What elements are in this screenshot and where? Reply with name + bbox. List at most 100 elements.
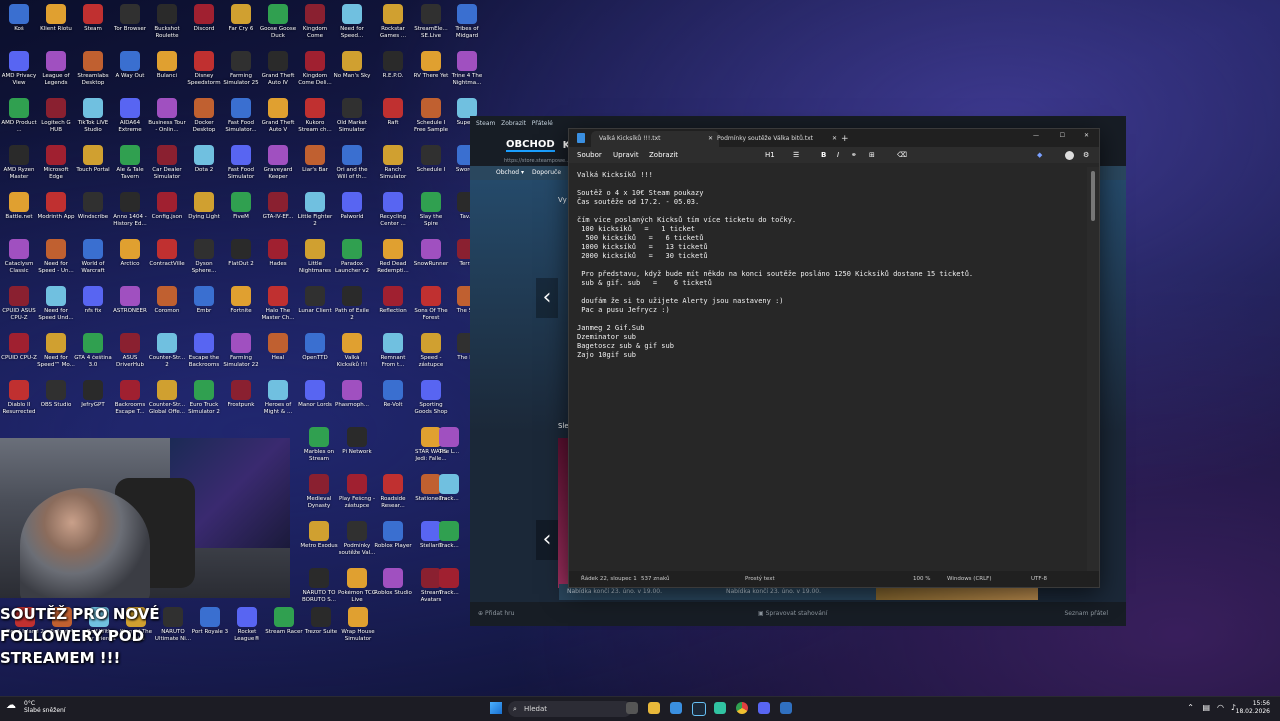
scrollbar-thumb[interactable] <box>1091 171 1095 221</box>
desktop-icon[interactable]: Speed - zástupce <box>412 333 450 368</box>
desktop-icon[interactable]: GTA-IV-EF... <box>259 192 297 221</box>
desktop-icon[interactable]: AMD Privacy View <box>0 51 38 86</box>
desktop-icon[interactable]: ASTRONEER <box>111 286 149 315</box>
desktop-icon[interactable]: Roblox Studio <box>374 568 412 597</box>
desktop-icon[interactable]: Diablo II Resurrected <box>0 380 38 415</box>
desktop-icon[interactable]: Palworld <box>333 192 371 221</box>
clock[interactable]: 15:56 18.02.2026 <box>1236 700 1270 716</box>
desktop-icon[interactable]: Wrap House Simulator <box>339 607 377 642</box>
desktop-icon[interactable]: Roadside Resear... <box>374 474 412 509</box>
desktop-icon[interactable]: Ori and the Will of th... <box>333 145 371 180</box>
desktop-icon[interactable]: Re-Volt <box>374 380 412 409</box>
friends-list-button[interactable]: Seznam přátel <box>1064 602 1108 626</box>
desktop-icon[interactable]: Schedule I <box>412 145 450 174</box>
new-tab-button[interactable]: + <box>841 131 849 147</box>
menu-edit[interactable]: Upravit <box>613 147 639 163</box>
desktop-icon[interactable]: Bulanci <box>148 51 186 80</box>
desktop-icon[interactable]: Pokémon TCG Live <box>338 568 376 603</box>
desktop-icon[interactable]: Paradox Launcher v2 <box>333 239 371 274</box>
desktop-icon[interactable]: Remnant From t... <box>374 333 412 368</box>
desktop-icon[interactable]: SnowRunner <box>412 239 450 268</box>
desktop-icon[interactable]: Play Fešcng - zástupce <box>338 474 376 509</box>
desktop-icon[interactable]: Liar's Bar <box>296 145 334 174</box>
desktop-icon[interactable]: TikTok LIVE Studio <box>74 98 112 133</box>
taskview-icon[interactable] <box>626 702 638 714</box>
desktop-icon[interactable]: NARUTO TO BORUTO S... <box>300 568 338 603</box>
desktop-icon[interactable]: Rocket League® <box>228 607 266 642</box>
desktop-icon[interactable]: Track... <box>430 474 468 503</box>
desktop-icon[interactable]: Goose Goose Duck <box>259 4 297 39</box>
desktop-icon[interactable]: ContractVille <box>148 239 186 268</box>
desktop-icon[interactable]: Medieval Dynasty <box>300 474 338 509</box>
heading-dropdown[interactable]: H1 <box>765 147 775 163</box>
desktop-icon[interactable]: Fast Food Simulator... <box>222 98 260 133</box>
steam-nav-store[interactable]: OBCHOD <box>506 139 555 152</box>
window-close-button[interactable]: ✕ <box>1084 132 1089 139</box>
desktop-icon[interactable]: Fortnite <box>222 286 260 315</box>
desktop-icon[interactable]: Old Market Simulator <box>333 98 371 133</box>
desktop-icon[interactable]: Raft <box>374 98 412 127</box>
downloads-button[interactable]: ▣ Spravovat stahování <box>758 602 827 626</box>
desktop-icon[interactable]: Need for Speed - Un... <box>37 239 75 274</box>
desktop-icon[interactable]: Track... <box>430 521 468 550</box>
desktop-icon[interactable]: Red Dead Redempti... <box>374 239 412 274</box>
desktop-icon[interactable]: OpenTTD <box>296 333 334 362</box>
desktop-icon[interactable]: Far Cry 6 <box>222 4 260 33</box>
desktop-icon[interactable]: Halo The Master Ch... <box>259 286 297 321</box>
tab-podminky[interactable]: Podmínky soutěže Válka bitů.txt ✕ <box>709 131 837 147</box>
desktop-icon[interactable]: JefryGPT <box>74 380 112 409</box>
desktop-icon[interactable]: Path of Exile 2 <box>333 286 371 321</box>
notepad-taskbar-icon[interactable] <box>670 702 682 714</box>
desktop-icon[interactable]: GTA 4 čeština 3.0 <box>74 333 112 368</box>
desktop-icon[interactable]: Anno 1404 - History Ed... <box>111 192 149 227</box>
maximize-button[interactable]: ☐ <box>1060 132 1065 139</box>
desktop-icon[interactable]: Phasmoph... <box>333 380 371 409</box>
desktop-icon[interactable]: StreamEle... SE.Live <box>412 4 450 39</box>
scrollbar[interactable] <box>1087 167 1099 571</box>
desktop-icon[interactable]: OBS Studio <box>37 380 75 409</box>
desktop-icon[interactable]: Hades <box>259 239 297 268</box>
desktop-icon[interactable]: Kukoro Stream ch... <box>296 98 334 133</box>
desktop-icon[interactable]: Heroes of Might & ... <box>259 380 297 415</box>
desktop-icon[interactable]: Arctico <box>111 239 149 268</box>
list-icon[interactable]: ☰ <box>793 147 799 163</box>
tray-chevron-icon[interactable]: ⌃ <box>1187 703 1194 712</box>
link-icon[interactable]: ⚭ <box>851 147 857 163</box>
desktop-icon[interactable]: Escape the Backrooms <box>185 333 223 368</box>
table-icon[interactable]: ⊞ <box>869 147 875 163</box>
desktop-icon[interactable]: Microsoft Edge <box>37 145 75 180</box>
desktop-icon[interactable]: Counter-Str... Global Offe... <box>148 380 186 415</box>
desktop-icon[interactable]: Windscribe <box>74 192 112 221</box>
desktop-icon[interactable]: Reflection <box>374 286 412 315</box>
desktop-icon[interactable]: Modrinth App <box>37 192 75 221</box>
add-game-button[interactable]: ⊕ Přidat hru <box>478 610 514 617</box>
start-button[interactable] <box>490 702 502 714</box>
desktop-icon[interactable]: Port Royale 3 <box>191 607 229 636</box>
desktop-icon[interactable]: Euro Truck Simulator 2 <box>185 380 223 415</box>
desktop-icon[interactable]: Coromon <box>148 286 186 315</box>
desktop-icon[interactable]: Trezor Suite <box>302 607 340 636</box>
desktop-icon[interactable]: Disney Speedstorm <box>185 51 223 86</box>
desktop-icon[interactable]: Lunar Client <box>296 286 334 315</box>
desktop-icon[interactable]: ASUS DriverHub <box>111 333 149 368</box>
notepad-window[interactable]: Valká Kicksíků !!!.txt ✕ Podmínky soutěž… <box>568 128 1100 588</box>
desktop-icon[interactable]: Car Dealer Simulator <box>148 145 186 180</box>
bold-icon[interactable]: B <box>821 147 826 163</box>
minimize-button[interactable]: — <box>1033 132 1039 139</box>
desktop-icon[interactable]: Farming Simulator 22 <box>222 333 260 368</box>
desktop-icon[interactable]: Counter-Str... 2 <box>148 333 186 368</box>
streamlabs-taskbar-icon[interactable] <box>714 702 726 714</box>
tab-valka-kicksiku[interactable]: Valká Kicksíků !!!.txt ✕ <box>591 131 719 147</box>
desktop-icon[interactable]: Need for Speed Und... <box>37 286 75 321</box>
file-explorer-icon[interactable] <box>648 702 660 714</box>
desktop-icon[interactable]: Recycling Center ... <box>374 192 412 227</box>
desktop-icon[interactable]: Dyson Sphere... <box>185 239 223 274</box>
desktop-icon[interactable]: Manor Lords <box>296 380 334 409</box>
desktop-icon[interactable]: Config.json <box>148 192 186 221</box>
notepad-document[interactable]: Valká Kicksíků !!! Soutěž o 4 x 10€ Steam… <box>569 167 1087 571</box>
desktop-icon[interactable]: RV There Yet <box>412 51 450 80</box>
desktop-icon[interactable]: Need for Speed™ Mo... <box>37 333 75 368</box>
chrome-taskbar-icon[interactable] <box>736 702 748 714</box>
desktop-icon[interactable]: The L... <box>430 427 468 456</box>
desktop-icon[interactable]: Podmínky soutěže Val... <box>338 521 376 556</box>
